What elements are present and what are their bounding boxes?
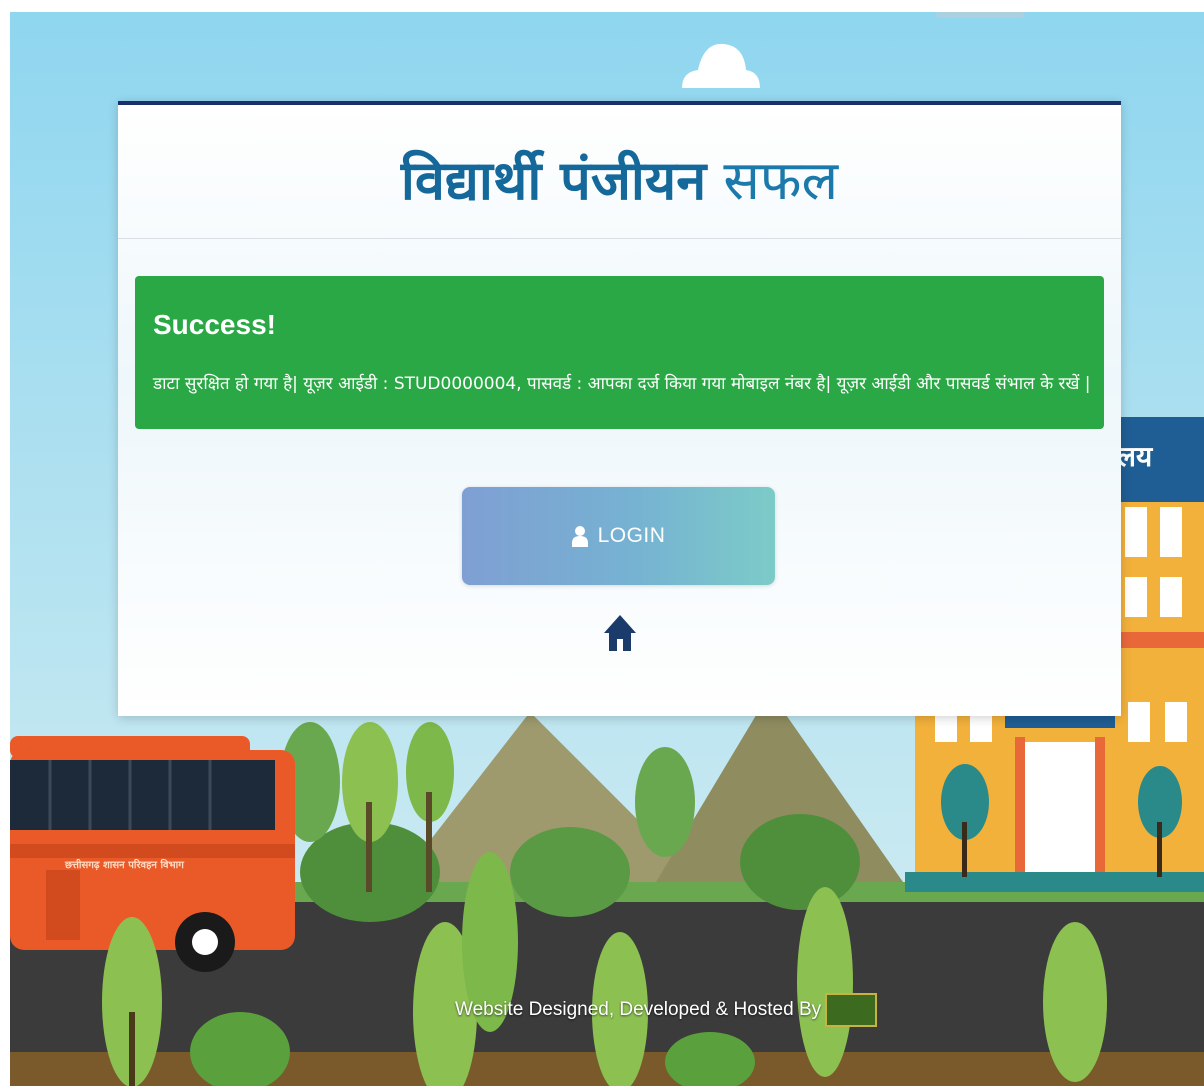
page-title-status: सफल <box>723 149 839 212</box>
building-sign: लय <box>1117 440 1153 473</box>
footer: Website Designed, Developed & Hosted By <box>455 993 878 1027</box>
alert-title: Success! <box>153 309 276 340</box>
page-title: विद्यार्थी पंजीयन सफल <box>118 141 1121 215</box>
success-alert: Success! डाटा सुरक्षित हो गया है| यूज़र … <box>135 276 1104 429</box>
title-divider <box>118 238 1121 239</box>
login-button[interactable]: LOGIN <box>462 487 775 585</box>
home-icon[interactable] <box>602 613 638 653</box>
bus-text: छत्तीसगढ़ शासन परिवहन विभाग <box>65 860 184 871</box>
chips-logo[interactable] <box>825 993 878 1027</box>
page-title-main: विद्यार्थी पंजीयन <box>400 149 707 212</box>
user-icon <box>571 526 588 547</box>
login-button-label: LOGIN <box>597 524 666 547</box>
registration-card: विद्यार्थी पंजीयन सफल Success! डाटा सुरक… <box>118 101 1121 716</box>
alert-message: डाटा सुरक्षित हो गया है| यूज़र आईडी : ST… <box>153 374 1091 394</box>
footer-text: Website Designed, Developed & Hosted By <box>455 999 822 1020</box>
